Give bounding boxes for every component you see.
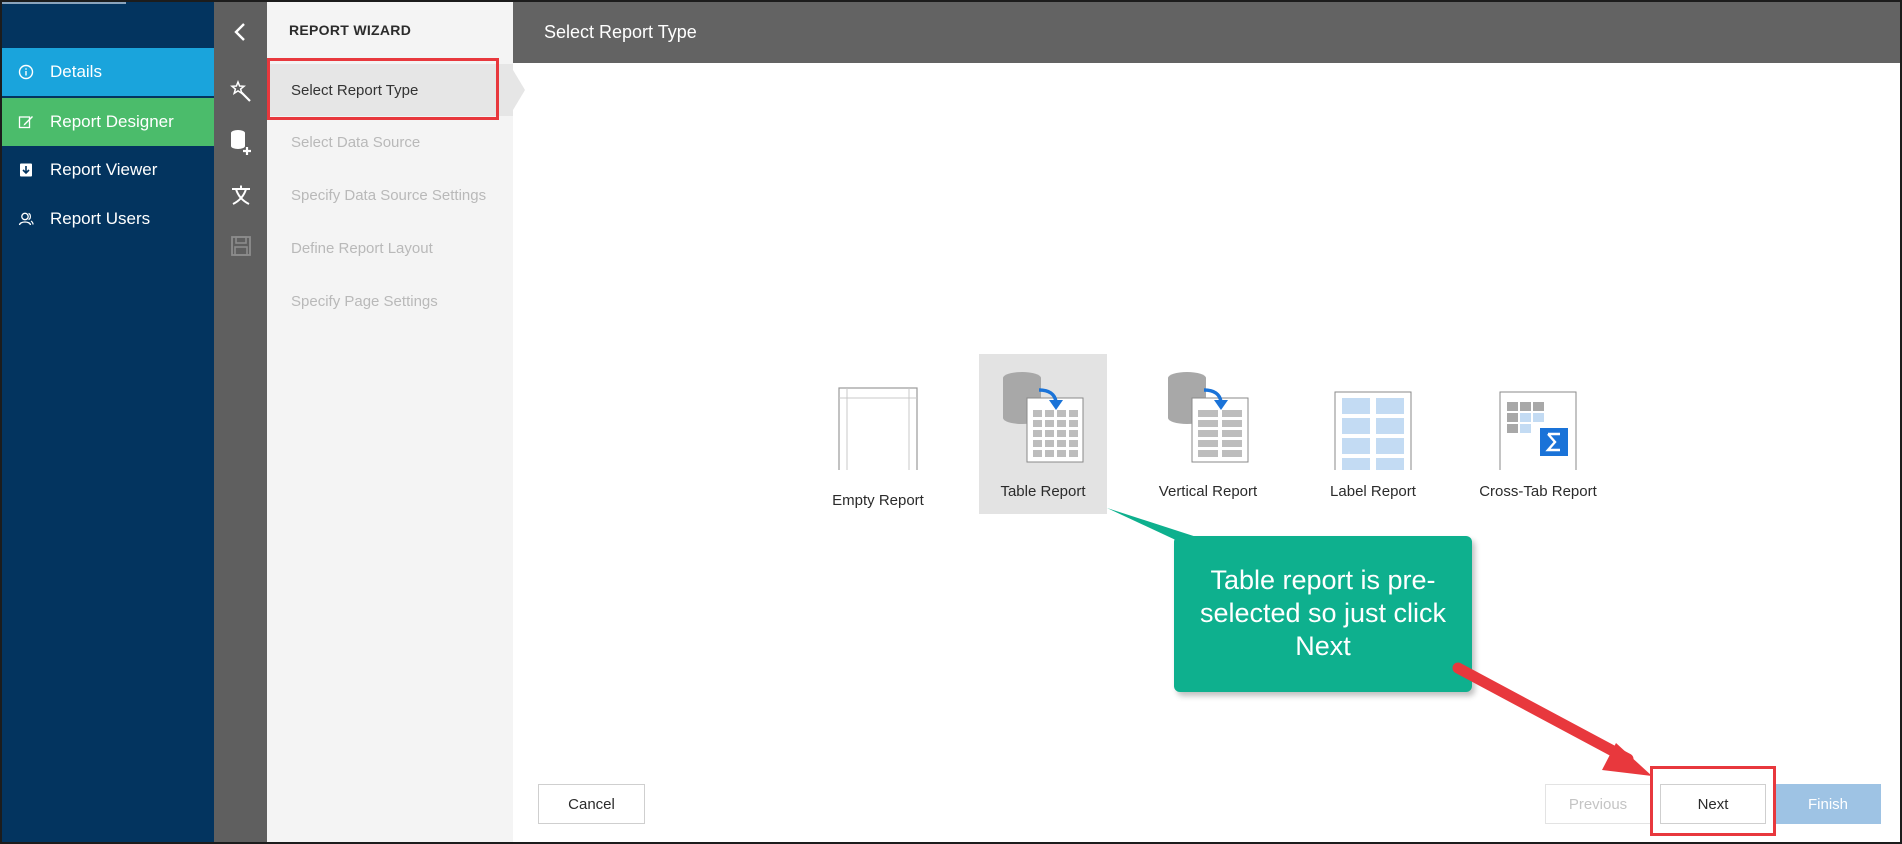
report-type-cross-tab[interactable]: Cross-Tab Report: [1474, 354, 1602, 514]
app-frame: Details Report Designer Report Viewer Re…: [0, 0, 1902, 844]
nav-item-report-users[interactable]: Report Users: [2, 195, 214, 243]
report-type-vertical[interactable]: Vertical Report: [1144, 354, 1272, 514]
report-type-label: Label Report: [1330, 483, 1416, 500]
annotation-callout: Table report is pre-selected so just cli…: [1174, 536, 1472, 692]
nav-item-details[interactable]: Details: [2, 48, 214, 96]
vertical-report-icon: [1168, 372, 1249, 463]
nav-item-label: Details: [50, 62, 102, 81]
nav-top-line: [2, 2, 126, 4]
designer-toolbar: [214, 2, 267, 842]
cancel-button[interactable]: Cancel: [538, 784, 645, 824]
wizard-step-page-settings: Specify Page Settings: [291, 292, 438, 310]
highlight-box-step: [267, 58, 499, 120]
cross-tab-report-icon: [1499, 391, 1577, 470]
localization-button[interactable]: [214, 171, 267, 223]
magic-wand-icon: [229, 79, 253, 109]
wizard-step-define-layout: Define Report Layout: [291, 239, 433, 257]
page-header: Select Report Type: [513, 2, 1900, 63]
wizard-step-select-data-source: Select Data Source: [291, 133, 421, 151]
nav-item-report-designer[interactable]: Report Designer: [2, 98, 214, 146]
highlight-box-next: [1650, 766, 1776, 836]
active-step-pointer: [513, 70, 525, 110]
nav-item-label: Report Viewer: [50, 160, 158, 179]
back-icon: [230, 21, 252, 48]
nav-item-label: Report Designer: [50, 112, 174, 131]
save-icon: [230, 235, 252, 262]
report-type-label: Empty Report: [832, 492, 924, 509]
wizard-step-data-source-settings: Specify Data Source Settings: [291, 186, 487, 204]
edit-icon: [2, 114, 50, 130]
report-type-label: Table Report: [1000, 483, 1086, 500]
localization-icon: [230, 184, 252, 211]
report-type-label-report[interactable]: Label Report: [1309, 354, 1437, 514]
report-wizard-button[interactable]: [214, 68, 267, 120]
nav-item-report-viewer[interactable]: Report Viewer: [2, 146, 214, 194]
report-type-label: Vertical Report: [1158, 483, 1258, 500]
add-datasource-icon: [228, 128, 254, 161]
left-navigation: Details Report Designer Report Viewer Re…: [2, 2, 214, 842]
back-button[interactable]: [214, 8, 267, 60]
report-type-label: Cross-Tab Report: [1479, 483, 1597, 500]
report-type-empty[interactable]: Empty Report: [814, 354, 942, 514]
info-icon: [2, 64, 50, 80]
label-report-icon: [1334, 391, 1412, 470]
viewer-icon: [2, 162, 50, 178]
report-type-table[interactable]: Table Report: [979, 354, 1107, 514]
finish-button[interactable]: Finish: [1775, 784, 1881, 824]
wizard-heading: REPORT WIZARD: [289, 22, 412, 38]
wizard-steps-panel: REPORT WIZARD Select Report Type Select …: [267, 2, 513, 842]
previous-button[interactable]: Previous: [1545, 784, 1651, 824]
page-title: Select Report Type: [544, 22, 697, 42]
table-report-icon: [1003, 372, 1084, 463]
add-datasource-button[interactable]: [214, 118, 267, 170]
save-button[interactable]: [214, 222, 267, 274]
nav-item-label: Report Users: [50, 209, 151, 228]
empty-report-icon: [838, 387, 918, 470]
users-icon: [2, 211, 50, 227]
